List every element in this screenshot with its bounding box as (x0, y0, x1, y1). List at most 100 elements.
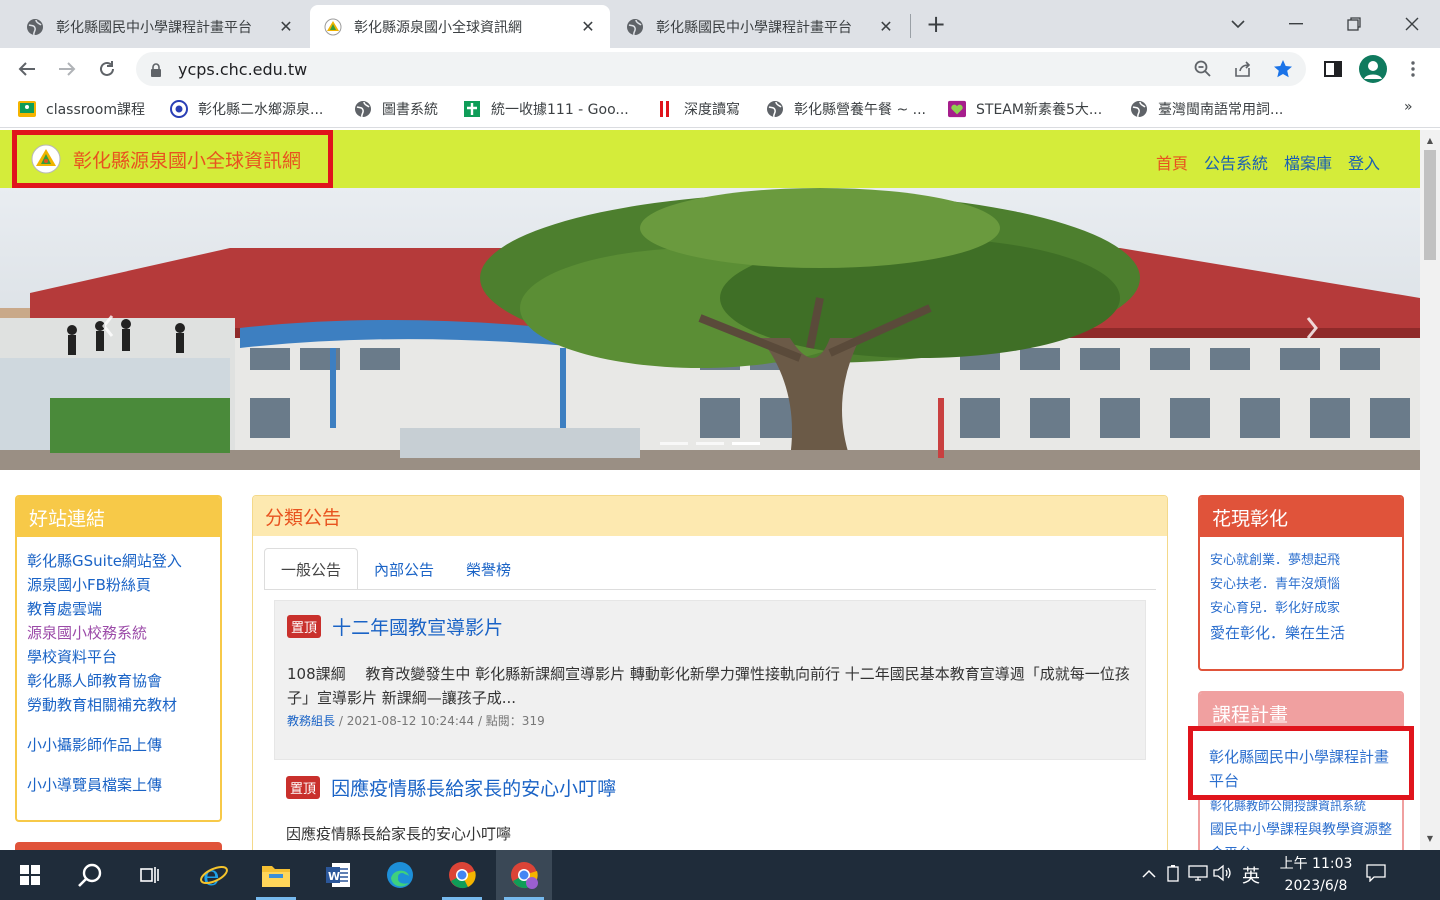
news-summary: 因應疫情縣長給家長的安心小叮嚀 (286, 825, 512, 843)
network-icon[interactable] (1188, 864, 1212, 886)
back-arrow-icon[interactable] (12, 54, 42, 84)
hero-carousel[interactable] (0, 188, 1420, 470)
scroll-up-icon[interactable]: ▲ (1425, 136, 1435, 145)
tab-divider (910, 14, 911, 38)
link-guide-upload[interactable]: 小小導覽員檔案上傳 (27, 773, 220, 797)
news-title[interactable]: 因應疫情縣長給家長的安心小叮嚀 (331, 778, 616, 800)
close-tab-icon[interactable]: ✕ (878, 17, 894, 36)
tab-honor-roll[interactable]: 榮譽榜 (450, 548, 527, 590)
file-explorer-icon[interactable] (248, 850, 304, 900)
scroll-thumb[interactable] (1424, 150, 1436, 260)
bookmark-item[interactable]: 彰化縣營養午餐 ~ ... (766, 99, 926, 119)
promo-list: 安心就創業．夢想起飛 安心扶老．青年沒煩惱 安心育兒．彰化好成家 愛在彰化．樂在… (1200, 537, 1402, 645)
promo-link[interactable]: 安心就創業．夢想起飛 (1210, 549, 1402, 573)
bookmark-item[interactable]: 彰化縣二水鄉源泉... (170, 99, 323, 119)
useful-links-list: 彰化縣GSuite網站登入 源泉國小FB粉絲頁 教育處雲端 源泉國小校務系統 學… (17, 537, 220, 797)
zoom-icon[interactable] (1188, 54, 1218, 84)
bookmark-label: 彰化縣二水鄉源泉... (198, 102, 324, 118)
bookmark-star-icon[interactable] (1268, 54, 1298, 84)
page-scrollbar[interactable]: ▲ ▼ (1420, 130, 1440, 850)
close-tab-icon[interactable]: ✕ (278, 17, 294, 36)
scroll-down-icon[interactable]: ▼ (1425, 834, 1435, 843)
tab-title: 彰化縣國民中小學課程計畫平台 (56, 19, 252, 36)
share-icon[interactable] (1228, 54, 1258, 84)
news-author[interactable]: 教務組長 (287, 714, 335, 728)
nav-file-library[interactable]: 檔案庫 (1284, 150, 1332, 174)
edge-icon[interactable] (372, 850, 428, 900)
link-teacher-assoc[interactable]: 彰化縣人師教育協會 (27, 669, 220, 693)
link-photo-upload[interactable]: 小小攝影師作品上傳 (27, 733, 220, 757)
link-edu-cloud[interactable]: 教育處雲端 (27, 597, 220, 621)
browser-tab-2[interactable]: 彰化縣源泉國小全球資訊網 ✕ (310, 5, 610, 48)
sheets-icon (463, 100, 481, 118)
menu-dots-icon[interactable] (1398, 54, 1428, 84)
bookmark-label: 臺灣閩南語常用詞... (1158, 102, 1284, 118)
nav-login[interactable]: 登入 (1348, 150, 1380, 174)
blooming-changhua-panel: 花現彰化 安心就創業．夢想起飛 安心扶老．青年沒煩惱 安心育兒．彰化好成家 愛在… (1198, 495, 1404, 671)
school-logo-icon (31, 144, 61, 174)
tray-expand-icon[interactable] (1138, 867, 1160, 883)
address-bar[interactable]: ycps.chc.edu.tw (136, 52, 1306, 86)
tab-title: 彰化縣源泉國小全球資訊網 (354, 19, 522, 36)
volume-icon[interactable] (1212, 864, 1236, 886)
link-school-data[interactable]: 學校資料平台 (27, 645, 220, 669)
link-fb-page[interactable]: 源泉國小FB粉絲頁 (27, 573, 220, 597)
windows-start-icon[interactable] (2, 850, 58, 900)
chrome-icon[interactable] (434, 850, 490, 900)
bookmark-item[interactable]: 深度讀寫 (656, 99, 740, 119)
chrome-profile-icon[interactable] (496, 850, 552, 900)
bookmark-item[interactable]: 統一收據111 - Goo... (463, 99, 629, 119)
bookmarks-more-button[interactable]: » (1404, 99, 1413, 115)
tab-strip: 彰化縣國民中小學課程計畫平台 ✕ 彰化縣源泉國小全球資訊網 ✕ 彰化縣國民中小學… (0, 0, 1440, 48)
browser-tab-3[interactable]: 彰化縣國民中小學課程計畫平台 ✕ (612, 5, 908, 48)
promo-link[interactable]: 安心育兒．彰化好成家 (1210, 597, 1402, 621)
link-resource-platform[interactable]: 國民中小學課程與教學資源整合平台 (1210, 818, 1400, 850)
ime-indicator[interactable]: 英 (1236, 862, 1266, 888)
news-meta-text: / 2021-08-12 10:24:44 / 點閱：319 (335, 714, 545, 728)
bookmark-item[interactable]: 圖書系統 (354, 99, 438, 119)
notifications-icon[interactable] (1366, 864, 1402, 886)
nav-home[interactable]: 首頁 (1156, 150, 1188, 174)
internet-explorer-icon[interactable]: e (186, 850, 242, 900)
site-header: 彰化縣源泉國小全球資訊網 首頁 公告系統 檔案庫 登入 (0, 130, 1420, 188)
classroom-icon (18, 100, 36, 118)
link-gsuite[interactable]: 彰化縣GSuite網站登入 (27, 549, 220, 573)
bookmark-item[interactable]: STEAM新素養5大... (948, 99, 1102, 119)
link-curriculum-platform[interactable]: 彰化縣國民中小學課程計畫平台 (1209, 745, 1394, 793)
restore-icon[interactable] (1334, 8, 1374, 40)
globe-icon (766, 100, 784, 118)
clock[interactable]: 上午 11:03 2023/6/8 (1276, 853, 1356, 897)
word-icon[interactable]: W (310, 850, 366, 900)
promo-link[interactable]: 安心扶老．青年沒煩惱 (1210, 573, 1402, 597)
link-school-admin[interactable]: 源泉國小校務系統 (27, 621, 220, 645)
browser-tab-1[interactable]: 彰化縣國民中小學課程計畫平台 ✕ (12, 5, 308, 48)
minimize-icon[interactable] (1276, 8, 1316, 40)
new-tab-button[interactable]: + (922, 10, 950, 38)
link-labor-edu[interactable]: 勞動教育相關補充教材 (27, 693, 220, 717)
site-brand[interactable]: 彰化縣源泉國小全球資訊網 (12, 130, 333, 188)
panel-title: 分類公告 (253, 496, 1167, 536)
close-tab-icon[interactable]: ✕ (580, 17, 596, 36)
forward-arrow-icon[interactable] (52, 54, 82, 84)
battery-icon[interactable] (1166, 864, 1188, 886)
news-title[interactable]: 十二年國教宣導影片 (332, 617, 503, 639)
task-view-icon[interactable] (122, 850, 178, 900)
promo-link[interactable]: 愛在彰化．樂在生活 (1210, 621, 1402, 645)
search-icon[interactable] (62, 850, 118, 900)
reload-icon[interactable] (92, 54, 122, 84)
nav-announcements[interactable]: 公告系統 (1204, 150, 1268, 174)
tab-general[interactable]: 一般公告 (264, 548, 359, 590)
browser-toolbar: ycps.chc.edu.tw (0, 48, 1440, 90)
tab-internal[interactable]: 內部公告 (358, 548, 450, 590)
news-summary: 108課綱 教育改變發生中 彰化縣新課綱宣導影片 轉動彰化新學力彈性接軌向前行 … (287, 665, 1130, 707)
lock-icon (150, 62, 164, 77)
tab-search-icon[interactable] (1218, 8, 1258, 40)
close-window-icon[interactable] (1392, 8, 1432, 40)
profile-avatar-icon[interactable] (1358, 54, 1388, 84)
bookmark-item[interactable]: 臺灣閩南語常用詞... (1130, 99, 1283, 119)
side-panel-icon[interactable] (1318, 54, 1348, 84)
next-panel-header (15, 842, 222, 850)
bookmark-item[interactable]: classroom課程 (18, 99, 145, 119)
highlight-box: 彰化縣國民中小學課程計畫平台 (1188, 726, 1414, 800)
globe-icon (626, 18, 644, 36)
